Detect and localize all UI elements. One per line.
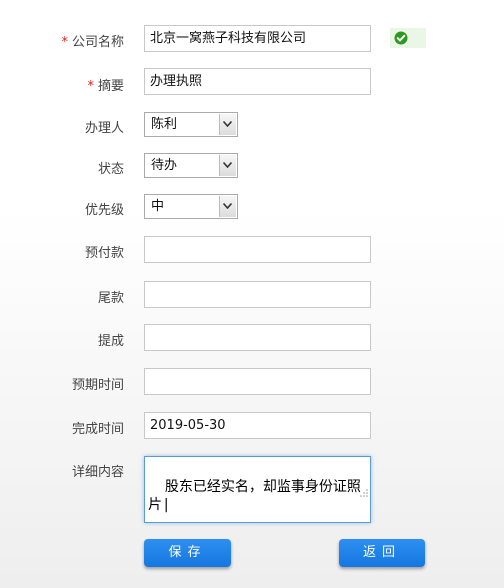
expected-time-label: 预期时间 [71, 378, 124, 393]
handler-select[interactable]: 陈利 [144, 112, 238, 137]
status-selected: 待办 [151, 158, 178, 173]
completion-time-label: 完成时间 [71, 422, 124, 437]
back-button[interactable]: 返回 [339, 539, 425, 567]
prepayment-input[interactable] [144, 236, 371, 263]
priority-selected: 中 [151, 199, 165, 214]
prepayment-label: 预付款 [84, 246, 124, 261]
summary-input[interactable]: 办理执照 [144, 68, 371, 95]
handler-selected: 陈利 [151, 117, 178, 132]
completion-time-input[interactable]: 2019-05-30 [144, 412, 371, 439]
validation-badge [390, 28, 426, 48]
status-select[interactable]: 待办 [144, 153, 238, 178]
expected-time-input[interactable] [144, 368, 371, 395]
company-name-label: * 公司名称 [61, 35, 124, 50]
balance-label: 尾款 [97, 291, 124, 306]
balance-input[interactable] [144, 281, 371, 308]
commission-input[interactable] [144, 324, 371, 351]
required-mark: * [87, 79, 94, 94]
chevron-down-icon[interactable] [219, 114, 236, 135]
check-circle-icon [394, 31, 408, 45]
chevron-down-icon[interactable] [219, 196, 236, 217]
priority-label: 优先级 [84, 203, 124, 218]
priority-select[interactable]: 中 [144, 194, 238, 219]
status-label: 状态 [97, 162, 124, 177]
chevron-down-icon[interactable] [219, 155, 236, 176]
save-button[interactable]: 保存 [144, 539, 231, 567]
handler-label: 办理人 [84, 121, 124, 136]
details-label: 详细内容 [71, 465, 124, 480]
summary-label: * 摘要 [87, 79, 124, 94]
company-name-input[interactable]: 北京一窝燕子科技有限公司 [144, 25, 371, 52]
commission-label: 提成 [97, 334, 124, 349]
required-mark: * [61, 35, 68, 50]
details-textarea[interactable]: 股东已经实名，却监事身份证照片| [144, 456, 371, 523]
resize-handle-icon[interactable] [325, 466, 368, 520]
